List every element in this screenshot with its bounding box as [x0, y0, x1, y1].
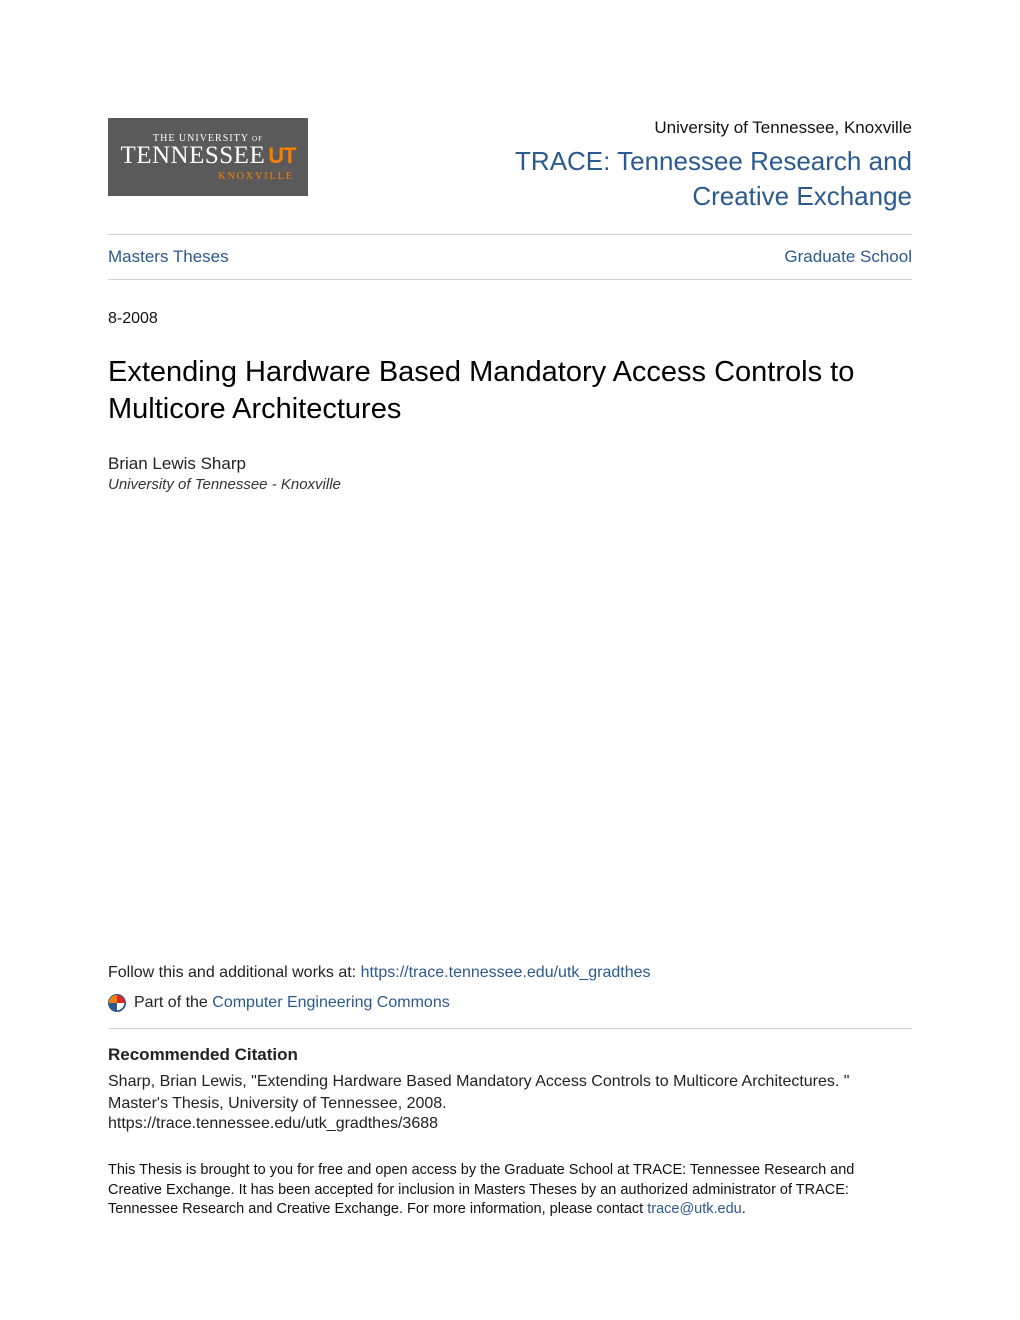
- follow-link[interactable]: https://trace.tennessee.edu/utk_gradthes: [361, 964, 651, 981]
- follow-row: Follow this and additional works at: htt…: [108, 964, 912, 982]
- footer-text-after: .: [742, 1201, 746, 1217]
- follow-prefix: Follow this and additional works at:: [108, 964, 361, 981]
- repository-title-link[interactable]: TRACE: Tennessee Research and Creative E…: [515, 146, 912, 211]
- institution-logo: THE UNIVERSITY of TENNESSEE UT KNOXVILLE: [108, 118, 308, 196]
- cover-page: THE UNIVERSITY of TENNESSEE UT KNOXVILLE…: [0, 0, 1020, 1320]
- author-name: Brian Lewis Sharp: [108, 454, 912, 474]
- institution-name: University of Tennessee, Knoxville: [412, 118, 912, 138]
- divider: [108, 279, 912, 280]
- logo-line2: TENNESSEE: [120, 142, 265, 170]
- repository-title: TRACE: Tennessee Research and Creative E…: [412, 144, 912, 214]
- logo-mid: TENNESSEE UT: [120, 142, 295, 170]
- author-affiliation: University of Tennessee - Knoxville: [108, 476, 912, 493]
- citation-text: Sharp, Brian Lewis, "Extending Hardware …: [108, 1071, 912, 1114]
- access-statement: This Thesis is brought to you for free a…: [108, 1161, 912, 1220]
- author-block: Brian Lewis Sharp University of Tennesse…: [108, 454, 912, 493]
- logo-ut-mark: UT: [268, 143, 295, 169]
- network-link[interactable]: Computer Engineering Commons: [212, 994, 449, 1011]
- graduate-school-link[interactable]: Graduate School: [784, 247, 912, 267]
- citation-heading: Recommended Citation: [108, 1045, 912, 1065]
- citation-url: https://trace.tennessee.edu/utk_gradthes…: [108, 1115, 912, 1133]
- network-row: Part of the Computer Engineering Commons: [108, 994, 912, 1012]
- logo-line3: KNOXVILLE: [218, 171, 294, 182]
- collection-link[interactable]: Masters Theses: [108, 247, 229, 267]
- lower-block: Follow this and additional works at: htt…: [108, 964, 912, 1220]
- header-right: University of Tennessee, Knoxville TRACE…: [412, 118, 912, 214]
- network-text: Part of the Computer Engineering Commons: [134, 994, 450, 1012]
- breadcrumb-nav: Masters Theses Graduate School: [108, 235, 912, 279]
- network-prefix: Part of the: [134, 994, 212, 1011]
- document-title: Extending Hardware Based Mandatory Acces…: [108, 354, 912, 428]
- contact-email-link[interactable]: trace@utk.edu: [647, 1201, 742, 1217]
- divider: [108, 1028, 912, 1029]
- network-icon: [108, 994, 126, 1012]
- header: THE UNIVERSITY of TENNESSEE UT KNOXVILLE…: [108, 118, 912, 214]
- publication-date: 8-2008: [108, 310, 912, 328]
